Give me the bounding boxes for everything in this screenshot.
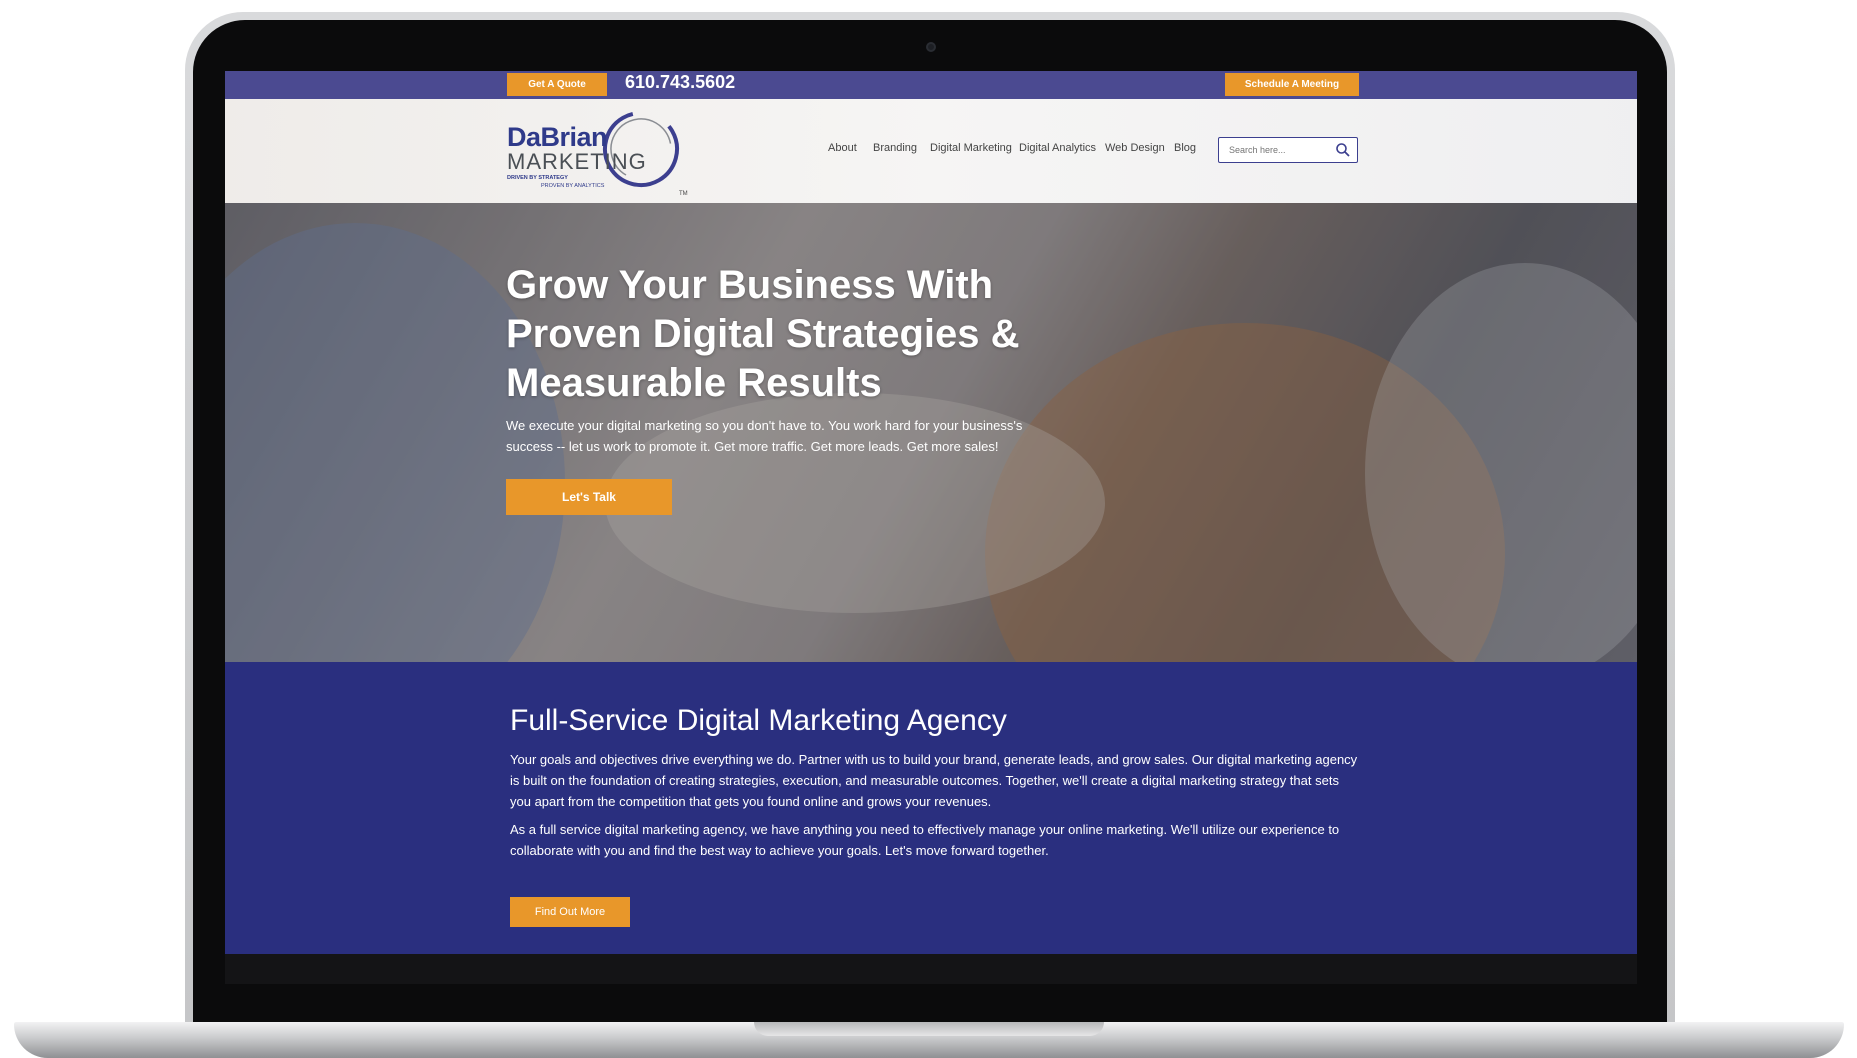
nav-item-digital-analytics[interactable]: Digital Analytics <box>1019 142 1096 154</box>
logo-title: DaBrian <box>507 122 608 152</box>
schedule-meeting-button[interactable]: Schedule A Meeting <box>1225 73 1359 96</box>
hero-section: Grow Your Business With Proven Digital S… <box>225 203 1637 662</box>
agency-paragraph-1: Your goals and objectives drive everythi… <box>510 752 1358 809</box>
phone-number-link[interactable]: 610.743.5602 <box>625 72 735 93</box>
logo-trademark: TM <box>679 191 688 197</box>
hero-title-line-2: Proven Digital Strategies & <box>506 312 1020 356</box>
nav-item-about[interactable]: About <box>828 142 857 154</box>
search-box <box>1218 137 1358 163</box>
laptop-base-notch <box>754 1022 1104 1036</box>
search-input[interactable] <box>1219 138 1331 161</box>
logo-tagline-analytics: PROVEN BY ANALYTICS <box>541 183 605 189</box>
find-out-more-button[interactable]: Find Out More <box>510 897 630 927</box>
logo-subtitle: MARKETING <box>507 149 647 174</box>
agency-title: Full-Service Digital Marketing Agency <box>510 704 1007 737</box>
laptop-bezel-bottom <box>225 954 1637 984</box>
nav-item-digital-marketing[interactable]: Digital Marketing <box>930 142 1012 154</box>
logo[interactable]: DaBrian MARKETING DRIVEN BY STRATEGY PRO… <box>505 109 695 199</box>
screen: Get A Quote 610.743.5602 Schedule A Meet… <box>225 71 1637 954</box>
hero-title-line-1: Grow Your Business With <box>506 263 994 307</box>
agency-paragraph-2: As a full service digital marketing agen… <box>510 822 1340 858</box>
nav-item-branding[interactable]: Branding <box>873 142 917 154</box>
hero-title-line-3: Measurable Results <box>506 361 882 405</box>
lets-talk-button[interactable]: Let's Talk <box>506 479 672 515</box>
get-a-quote-button[interactable]: Get A Quote <box>507 73 607 96</box>
agency-section: Full-Service Digital Marketing Agency Yo… <box>225 662 1637 954</box>
hero-description: We execute your digital marketing so you… <box>506 418 1023 454</box>
hero-title: Grow Your Business With Proven Digital S… <box>506 261 1066 408</box>
nav-item-blog[interactable]: Blog <box>1174 142 1196 154</box>
webcam-icon <box>926 42 936 52</box>
search-icon[interactable] <box>1335 142 1351 158</box>
logo-tagline-strategy: DRIVEN BY STRATEGY <box>507 175 568 181</box>
nav-item-web-design[interactable]: Web Design <box>1105 142 1165 154</box>
site-header: DaBrian MARKETING DRIVEN BY STRATEGY PRO… <box>225 99 1637 203</box>
top-bar: Get A Quote 610.743.5602 Schedule A Meet… <box>225 71 1637 99</box>
